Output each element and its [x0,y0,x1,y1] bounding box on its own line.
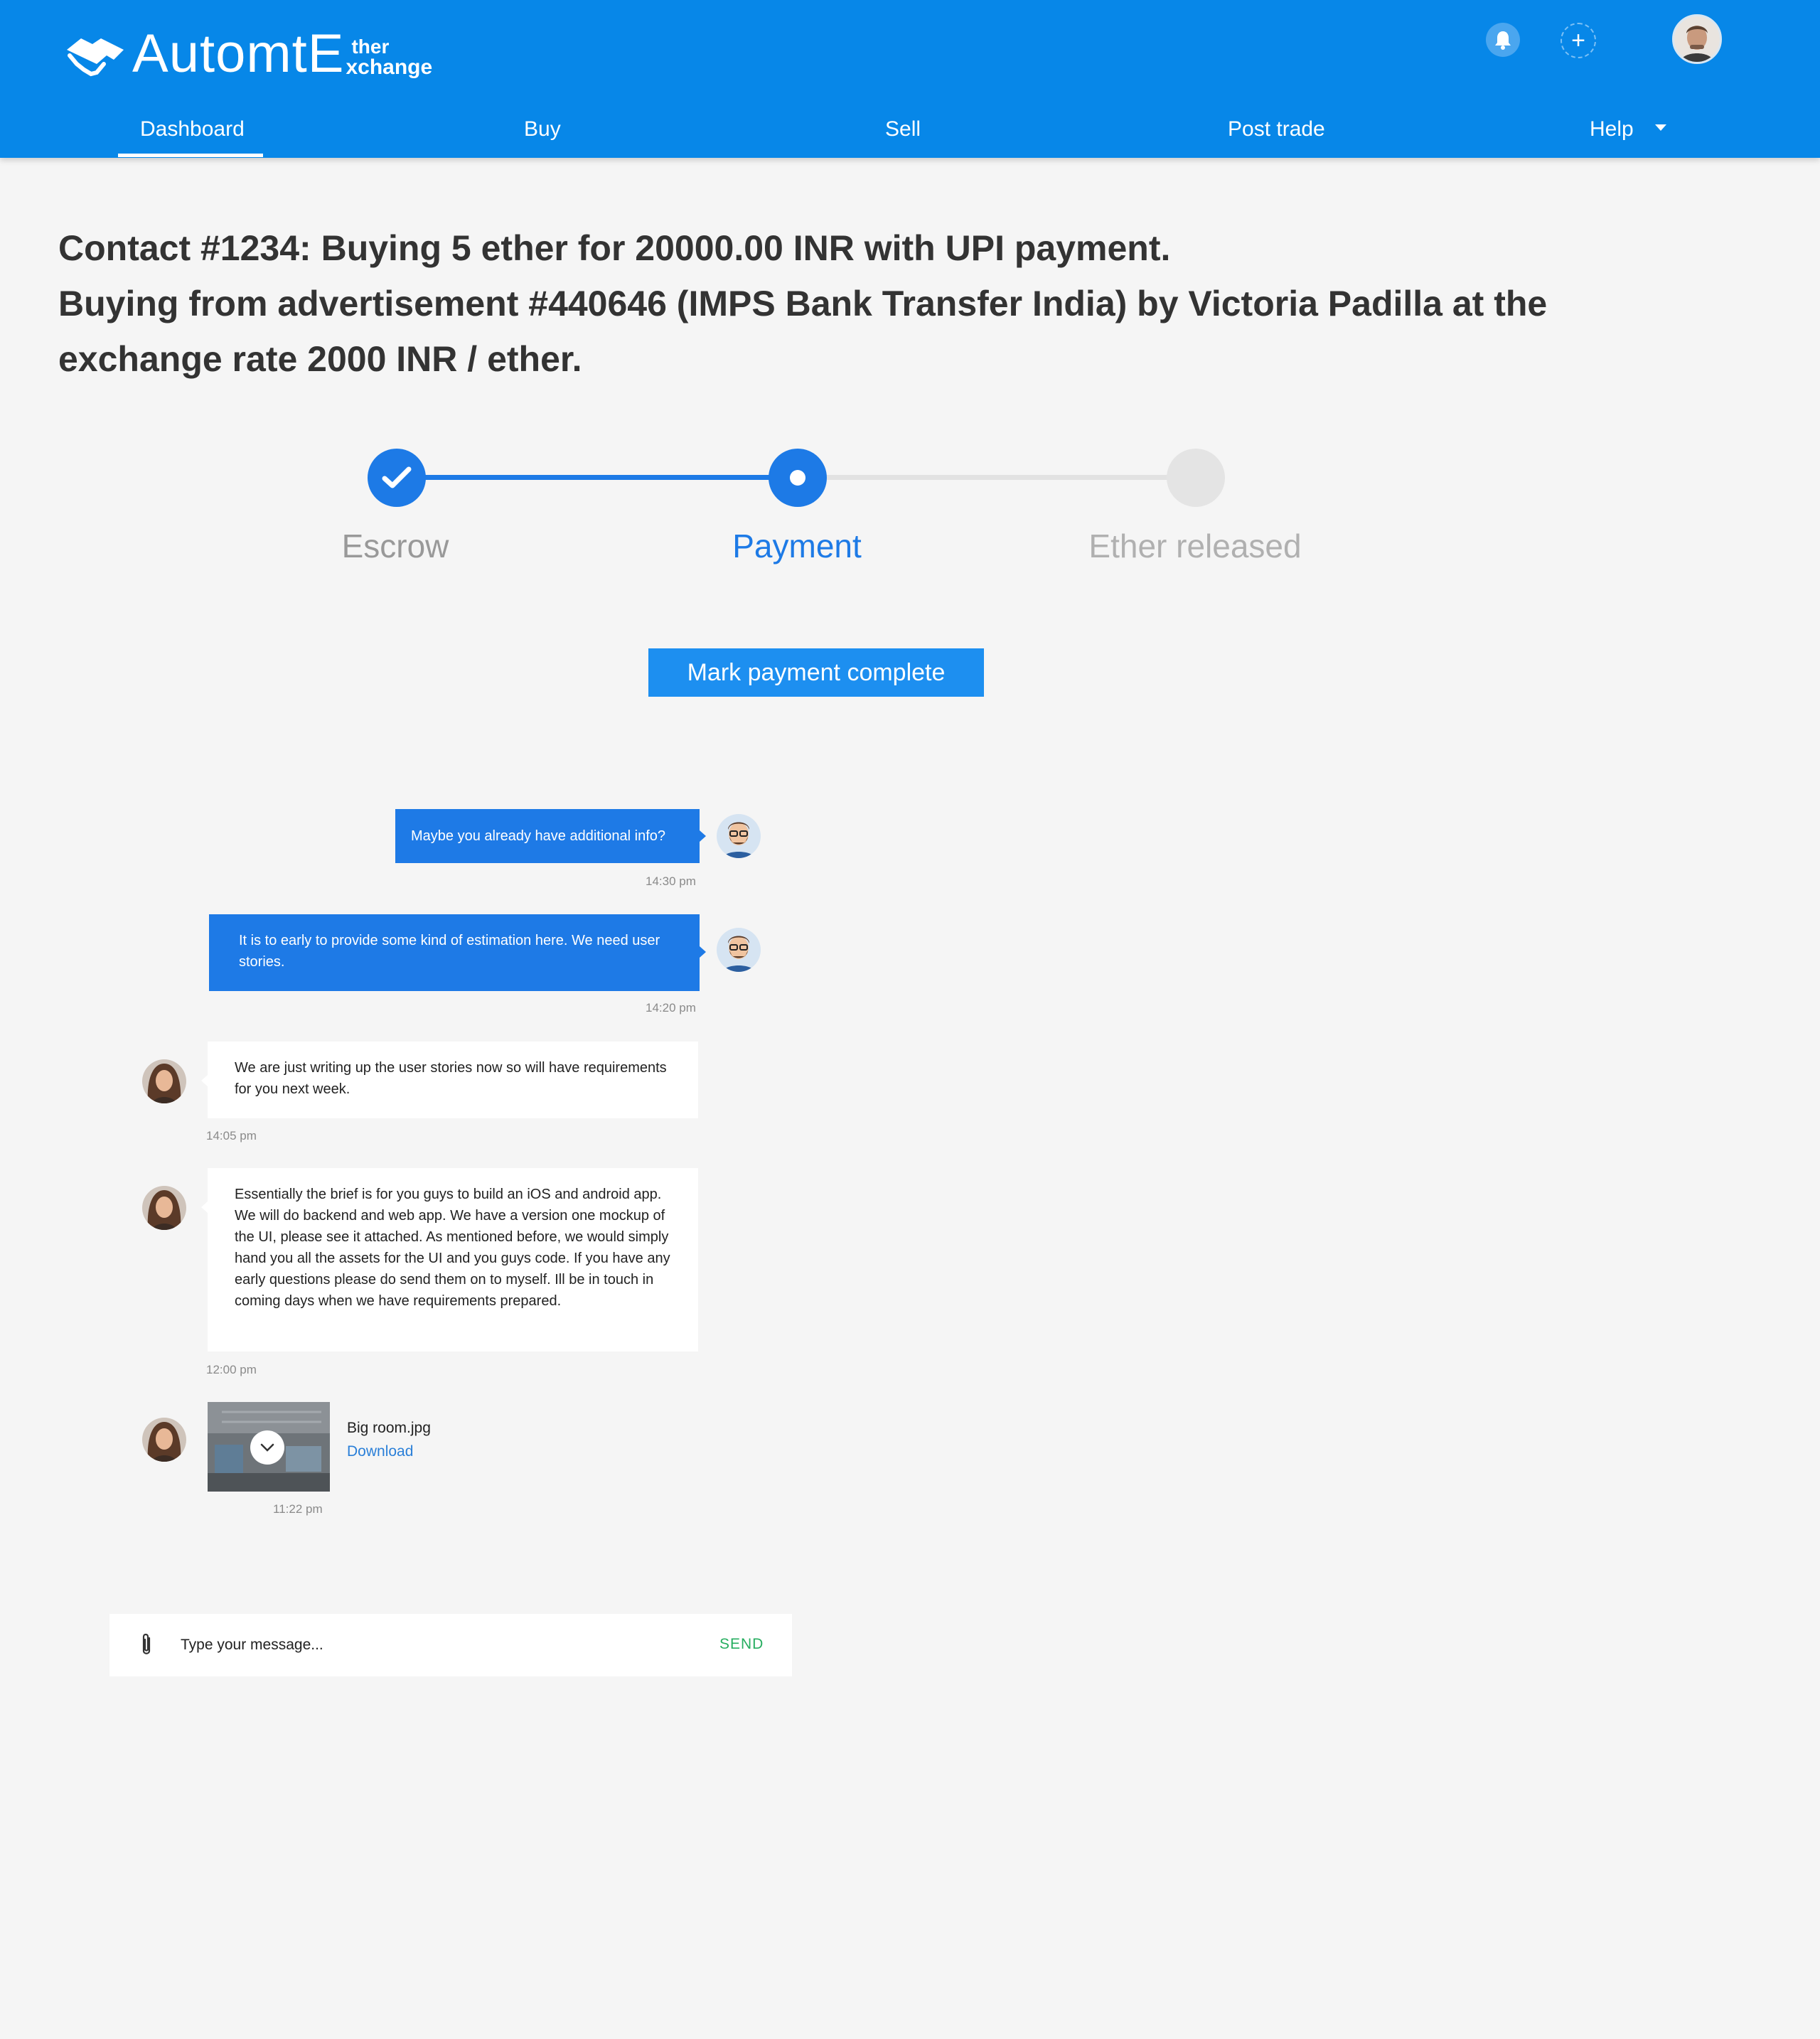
step-released-circle [1167,449,1225,507]
message-time: 14:30 pm [646,874,696,888]
title-line-3: exchange rate 2000 INR / ether. [58,339,582,379]
title-line-1: Contact #1234: Buying 5 ether for 20000.… [58,228,1171,268]
chevron-down-icon [1654,124,1666,131]
message-time: 14:05 pm [206,1129,257,1142]
add-button[interactable]: + [1561,23,1596,58]
notifications-button[interactable] [1486,23,1520,57]
step-payment-circle [769,449,827,507]
contact-avatar [142,1186,186,1230]
message-text: We are just writing up the user stories … [235,1060,667,1097]
bearded-man-avatar-icon [717,814,761,858]
user-avatar[interactable] [1672,14,1722,64]
top-header: AutomtE ther xchange + Dashboard Buy Sel… [0,0,1820,158]
agent-avatar [717,814,761,858]
message-text: It is to early to provide some kind of e… [239,933,660,970]
nav-post-trade[interactable]: Post trade [1228,117,1325,142]
logo-stack: ther xchange [346,37,432,78]
contact-avatar [142,1059,186,1103]
contract-title: Contact #1234: Buying 5 ether for 20000.… [58,220,1622,387]
send-button[interactable]: SEND [719,1635,764,1654]
bubble-tail [700,830,706,842]
logo-text: AutomtE [132,23,345,84]
step-payment-label: Payment [732,528,862,564]
chat-message-out: Maybe you already have additional info? [395,809,700,863]
nav-sell[interactable]: Sell [885,117,921,142]
step-released-label: Ether released [1088,528,1302,564]
nav-help-label: Help [1590,117,1634,141]
nav-help[interactable]: Help [1590,117,1666,142]
avatar-face-icon [1674,16,1720,62]
bell-icon [1495,31,1511,50]
chevron-down-icon [260,1443,274,1452]
active-dot-icon [790,470,805,486]
nav-buy[interactable]: Buy [524,117,561,142]
message-text: Essentially the brief is for you guys to… [235,1187,670,1309]
nav-dashboard[interactable]: Dashboard [140,117,245,142]
attachment-download-link[interactable]: Download [347,1443,413,1461]
paperclip-icon[interactable] [138,1632,155,1658]
title-line-2: Buying from advertisement #440646 (IMPS … [58,284,1548,323]
message-time: 11:22 pm [273,1502,323,1516]
logo-sup: ther [351,36,390,58]
message-time: 14:20 pm [646,1001,696,1015]
bubble-tail [700,946,706,958]
download-toggle-button[interactable] [250,1430,284,1465]
chat-message-in: We are just writing up the user stories … [208,1042,698,1118]
message-composer: SEND [109,1614,792,1676]
check-icon [382,466,412,488]
main-nav: Dashboard Buy Sell Post trade Help [0,107,1820,158]
mark-payment-complete-button[interactable]: Mark payment complete [648,648,984,697]
plus-icon: + [1571,27,1585,54]
woman-avatar-icon [142,1186,186,1230]
woman-avatar-icon [142,1418,186,1462]
bubble-tail [201,1202,208,1213]
handshake-icon [67,38,124,77]
nav-active-indicator [118,154,263,157]
stepper-line-pending [796,475,1194,480]
bearded-man-avatar-icon [717,928,761,972]
step-escrow-label: Escrow [341,528,449,564]
attachment-file-name: Big room.jpg [347,1420,431,1436]
bubble-tail [201,1075,208,1086]
logo-sub: xchange [346,55,433,79]
step-escrow-circle [368,449,426,507]
stepper-line-done [398,475,796,480]
woman-avatar-icon [142,1059,186,1103]
contact-avatar [142,1418,186,1462]
chat-message-in: Essentially the brief is for you guys to… [208,1168,698,1352]
message-text: Maybe you already have additional info? [411,828,666,844]
brand-logo[interactable]: AutomtE ther xchange [64,26,432,82]
message-time: 12:00 pm [206,1363,257,1376]
message-input[interactable] [181,1631,678,1659]
agent-avatar [717,928,761,972]
chat-message-out: It is to early to provide some kind of e… [209,914,700,991]
